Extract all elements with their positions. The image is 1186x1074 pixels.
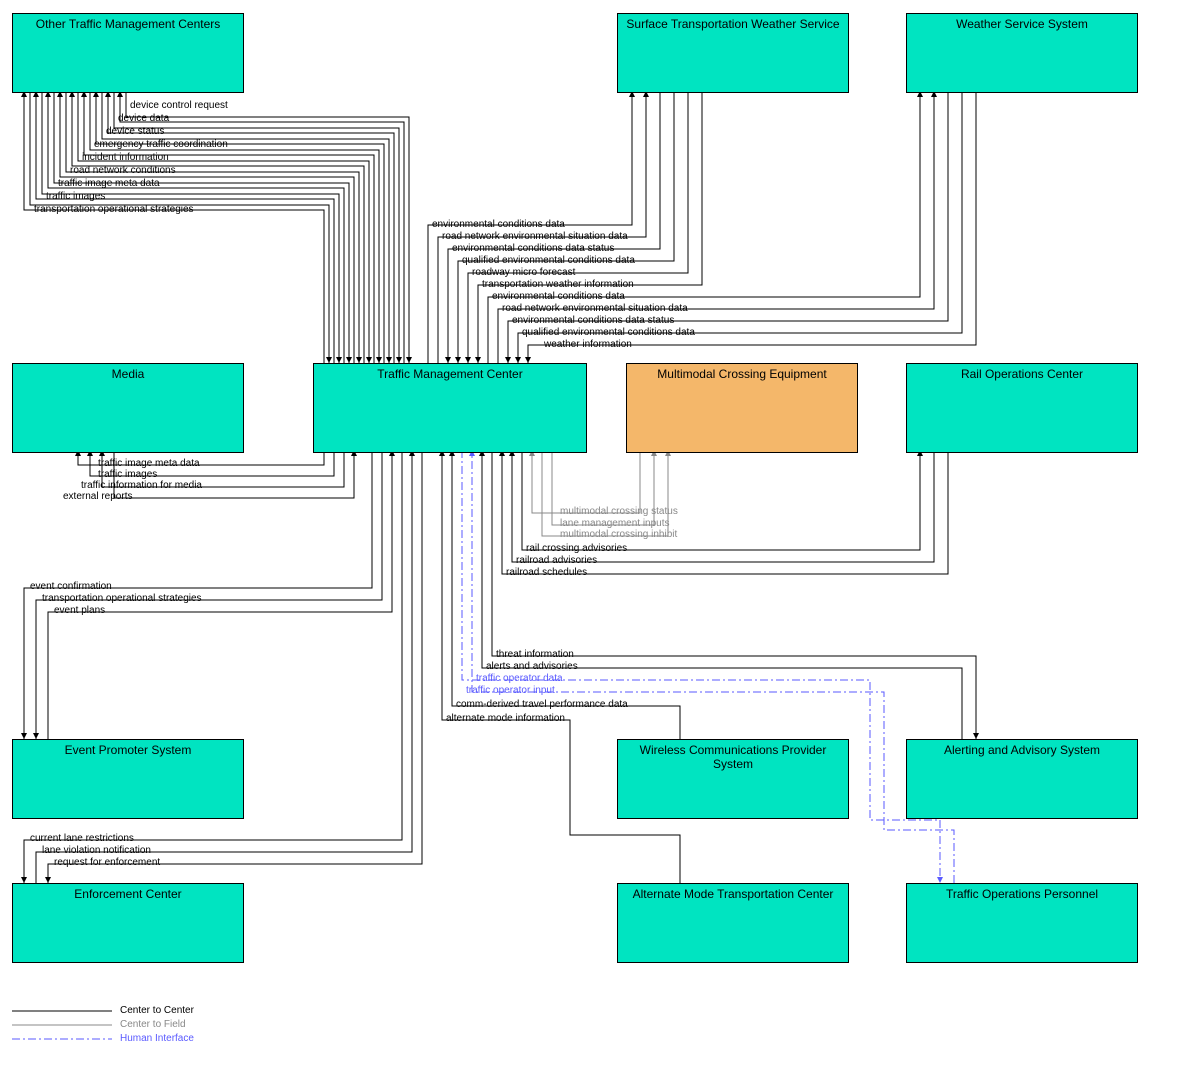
- flow-media-er: external reports: [63, 491, 132, 502]
- flow-eps-ec: event confirmation: [30, 581, 112, 592]
- legend-c2c: Center to Center: [120, 1005, 194, 1016]
- flow-mce-lmi: lane management inputs: [560, 518, 670, 529]
- box-wcps-label: Wireless Communications Provider System: [640, 743, 827, 771]
- box-eps[interactable]: Event Promoter System: [12, 739, 244, 819]
- box-amtc-label: Alternate Mode Transportation Center: [633, 887, 834, 901]
- flow-wss-ecds: environmental conditions data status: [512, 315, 674, 326]
- flow-stws-ecds: environmental conditions data status: [452, 243, 614, 254]
- box-aas[interactable]: Alerting and Advisory System: [906, 739, 1138, 819]
- box-eps-label: Event Promoter System: [65, 743, 192, 757]
- flow-wcps-cd: comm-derived travel performance data: [456, 699, 628, 710]
- box-stws-label: Surface Transportation Weather Service: [626, 17, 839, 31]
- flow-amtc-ami: alternate mode information: [446, 713, 565, 724]
- flow-mce-mmi: multimodal crossing inhibit: [560, 529, 677, 540]
- flow-wss-rnes: road network environmental situation dat…: [502, 303, 688, 314]
- box-ec[interactable]: Enforcement Center: [12, 883, 244, 963]
- flow-top-tod: traffic operator data: [476, 673, 563, 684]
- box-mce[interactable]: Multimodal Crossing Equipment: [626, 363, 858, 453]
- flow-otmc-dd: device data: [118, 113, 169, 124]
- box-media-label: Media: [112, 367, 145, 381]
- flow-otmc-ti: traffic images: [46, 191, 105, 202]
- box-mce-label: Multimodal Crossing Equipment: [657, 367, 826, 381]
- flow-otmc-ds: device status: [106, 126, 164, 137]
- flow-roc-rs: railroad schedules: [506, 567, 587, 578]
- flow-stws-qecd: qualified environmental conditions data: [462, 255, 635, 266]
- box-top-label: Traffic Operations Personnel: [946, 887, 1098, 901]
- flow-media-tim: traffic image meta data: [98, 458, 200, 469]
- box-tmc[interactable]: Traffic Management Center: [313, 363, 587, 453]
- flow-media-tifm: traffic information for media: [81, 480, 202, 491]
- flow-stws-rmf: roadway micro forecast: [472, 267, 575, 278]
- flow-stws-rnes: road network environmental situation dat…: [442, 231, 628, 242]
- flow-otmc-tos: transportation operational strategies: [34, 204, 194, 215]
- box-top[interactable]: Traffic Operations Personnel: [906, 883, 1138, 963]
- flow-wss-qecd: qualified environmental conditions data: [522, 327, 695, 338]
- box-media[interactable]: Media: [12, 363, 244, 453]
- legend-hi: Human Interface: [120, 1033, 194, 1044]
- box-amtc[interactable]: Alternate Mode Transportation Center: [617, 883, 849, 963]
- box-roc[interactable]: Rail Operations Center: [906, 363, 1138, 453]
- flow-otmc-tim: traffic image meta data: [58, 178, 160, 189]
- flow-eps-tos: transportation operational strategies: [42, 593, 202, 604]
- box-wss-label: Weather Service System: [956, 17, 1088, 31]
- box-stws[interactable]: Surface Transportation Weather Service: [617, 13, 849, 93]
- box-wss[interactable]: Weather Service System: [906, 13, 1138, 93]
- flow-media-ti: traffic images: [98, 469, 157, 480]
- flow-mce-mms: multimodal crossing status: [560, 506, 678, 517]
- flow-otmc-rnc: road network conditions: [70, 165, 176, 176]
- box-otmc-label: Other Traffic Management Centers: [36, 17, 221, 31]
- flow-eps-ep: event plans: [54, 605, 105, 616]
- flow-ec-clr: current lane restrictions: [30, 833, 134, 844]
- flow-ec-lvn: lane violation notification: [42, 845, 151, 856]
- box-ec-label: Enforcement Center: [74, 887, 181, 901]
- flow-aas-ti: threat information: [496, 649, 574, 660]
- box-roc-label: Rail Operations Center: [961, 367, 1083, 381]
- box-wcps[interactable]: Wireless Communications Provider System: [617, 739, 849, 819]
- flow-stws-ec: environmental conditions data: [432, 219, 565, 230]
- flow-roc-rca: rail crossing advisories: [526, 543, 627, 554]
- flow-wss-ec: environmental conditions data: [492, 291, 625, 302]
- flow-wss-wi: weather information: [544, 339, 632, 350]
- flow-top-toi: traffic operator input: [466, 685, 555, 696]
- box-otmc[interactable]: Other Traffic Management Centers: [12, 13, 244, 93]
- flow-stws-twi: transportation weather information: [482, 279, 634, 290]
- flow-otmc-dcr: device control request: [130, 100, 228, 111]
- flow-ec-rfe: request for enforcement: [54, 857, 160, 868]
- flow-otmc-etc: emergency traffic coordination: [94, 139, 228, 150]
- box-tmc-label: Traffic Management Center: [377, 367, 522, 381]
- flow-otmc-ii: incident information: [82, 152, 169, 163]
- box-aas-label: Alerting and Advisory System: [944, 743, 1100, 757]
- flow-aas-aa: alerts and advisories: [486, 661, 578, 672]
- legend-c2f: Center to Field: [120, 1019, 186, 1030]
- flow-roc-ra: railroad advisories: [516, 555, 597, 566]
